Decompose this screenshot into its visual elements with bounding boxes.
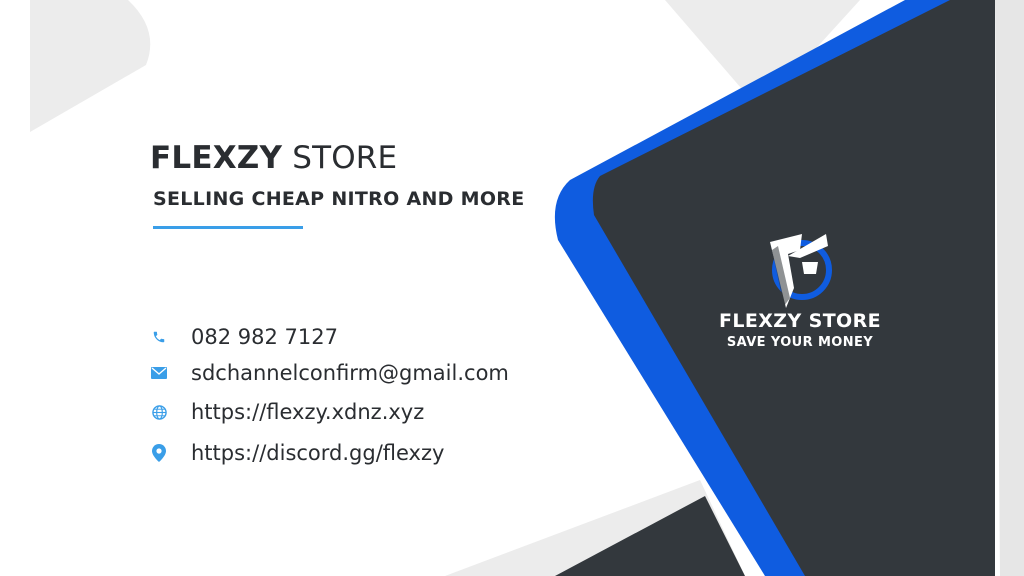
phone-number: 082 982 7127 bbox=[191, 325, 338, 349]
store-tagline: SELLING CHEAP NITRO AND MORE bbox=[153, 188, 525, 210]
contact-discord: https://discord.gg/flexzy bbox=[150, 438, 444, 468]
right-gray-strip bbox=[995, 0, 1024, 576]
contact-email: sdchannelconfirm@gmail.com bbox=[150, 358, 509, 388]
email-icon bbox=[150, 364, 168, 382]
website-url: https://flexzy.xdnz.xyz bbox=[191, 400, 425, 424]
top-left-gray-shape bbox=[30, 0, 151, 132]
brand-slogan: SAVE YOUR MONEY bbox=[726, 335, 874, 350]
store-title-light: STORE bbox=[282, 140, 398, 176]
contact-website: https://flexzy.xdnz.xyz bbox=[150, 397, 424, 427]
brand-name: FLEXZY STORE bbox=[718, 310, 882, 332]
flexzy-logo-icon bbox=[770, 234, 832, 308]
store-title-bold: FLEXZY bbox=[150, 140, 283, 176]
location-pin-icon bbox=[150, 444, 168, 462]
business-card: FLEXZY STORE SELLING CHEAP NITRO AND MOR… bbox=[0, 0, 1024, 576]
email-address: sdchannelconfirm@gmail.com bbox=[191, 361, 509, 385]
discord-link: https://discord.gg/flexzy bbox=[191, 441, 445, 465]
globe-icon bbox=[150, 403, 168, 421]
phone-icon bbox=[150, 328, 168, 346]
contact-phone: 082 982 7127 bbox=[150, 322, 338, 352]
card-background bbox=[30, 0, 1024, 576]
store-title: FLEXZY STORE bbox=[150, 140, 397, 176]
title-underline bbox=[153, 226, 303, 229]
